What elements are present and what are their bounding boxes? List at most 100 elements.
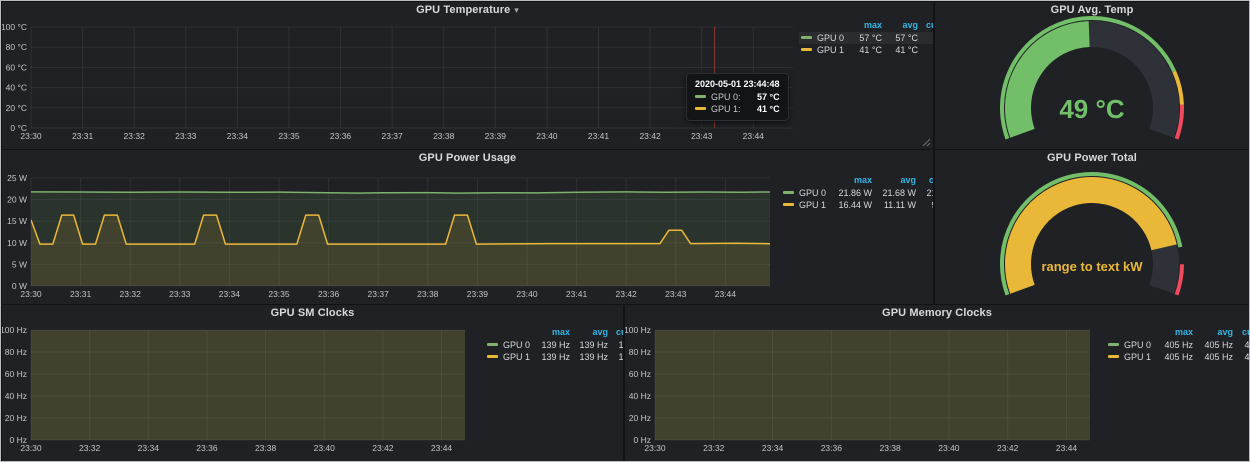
legend-value: 139 Hz	[610, 339, 623, 351]
y-axis-tick-label: 60 Hz	[5, 369, 27, 379]
y-axis-tick-label: 40 Hz	[629, 391, 651, 401]
y-axis-tick-label: 15 W	[7, 216, 27, 226]
panel-title-gpu-power-usage[interactable]: GPU Power Usage	[2, 152, 933, 164]
gpu-temperature-chart[interactable]: 0 °C20 °C40 °C60 °C80 °C100 °C23:3023:31…	[2, 2, 933, 149]
gpu-sm-clocks-legend: maxavgcurrentGPU 0139 Hz139 Hz139 HzGPU …	[485, 326, 623, 363]
x-axis-tick-label: 23:44	[743, 131, 765, 141]
series-color-dash	[487, 355, 498, 358]
legend-value: 139 Hz	[534, 351, 572, 363]
x-axis-tick-label: 23:36	[330, 131, 352, 141]
legend-header-max[interactable]: max	[848, 19, 884, 32]
y-axis-tick-label: 40 Hz	[5, 391, 27, 401]
legend-header-max[interactable]: max	[534, 326, 572, 339]
y-axis-tick-label: 20 W	[7, 195, 27, 205]
legend-series-label[interactable]: GPU 0	[485, 339, 534, 351]
x-axis-tick-label: 23:33	[175, 131, 197, 141]
y-axis-tick-label: 20 Hz	[629, 413, 651, 423]
gpu-power-total-gauge: range to text kW	[935, 150, 1249, 304]
legend-value: 16.44 W	[830, 199, 874, 211]
legend-value: 21.77 W	[918, 187, 933, 199]
legend-header-avg[interactable]: avg	[884, 19, 920, 32]
x-axis-tick-label: 23:30	[20, 443, 42, 453]
legend-header-spacer	[799, 19, 848, 32]
legend-header-spacer	[781, 174, 830, 187]
legend-header-current[interactable]: current	[920, 19, 933, 32]
legend-header-spacer	[485, 326, 534, 339]
legend-value: 57 °C	[920, 32, 933, 44]
x-axis-tick-label: 23:43	[665, 289, 687, 299]
legend-value: 11.11 W	[874, 199, 918, 211]
legend-row: GPU 1139 Hz139 Hz139 Hz	[485, 351, 623, 363]
x-axis-tick-label: 23:34	[762, 443, 784, 453]
legend-header-avg[interactable]: avg	[572, 326, 610, 339]
legend-header-max[interactable]: max	[1155, 326, 1195, 339]
x-axis-tick-label: 23:31	[72, 131, 94, 141]
panel-title-gpu-temperature[interactable]: GPU Temperature▾	[2, 4, 933, 16]
x-axis-tick-label: 23:38	[255, 443, 277, 453]
legend-header-max[interactable]: max	[830, 174, 874, 187]
legend-table: maxavgcurrentGPU 0139 Hz139 Hz139 HzGPU …	[485, 326, 623, 363]
legend-series-label[interactable]: GPU 0	[799, 32, 848, 44]
x-axis-tick-label: 23:34	[138, 443, 160, 453]
legend-value: 21.86 W	[830, 187, 874, 199]
panel-title-gpu-sm-clocks[interactable]: GPU SM Clocks	[2, 307, 623, 319]
panel-gpu-sm-clocks: GPU SM Clocks 0 Hz20 Hz40 Hz60 Hz80 Hz10…	[2, 305, 623, 461]
x-axis-tick-label: 23:40	[314, 443, 336, 453]
legend-value: 405 Hz	[1235, 339, 1249, 351]
series-color-dash	[1108, 355, 1119, 358]
legend-series-label[interactable]: GPU 0	[1106, 339, 1155, 351]
x-axis-tick-label: 23:41	[588, 131, 610, 141]
legend-value: 41 °C	[884, 44, 920, 56]
legend-series-label[interactable]: GPU 1	[781, 199, 830, 211]
legend-value: 139 Hz	[534, 339, 572, 351]
series-color-dash	[1108, 343, 1119, 346]
y-axis-tick-label: 20 Hz	[5, 413, 27, 423]
legend-series-label[interactable]: GPU 1	[799, 44, 848, 56]
gauge-arc	[1162, 247, 1166, 289]
legend-value: 41 °C	[920, 44, 933, 56]
x-axis-tick-label: 23:40	[536, 131, 558, 141]
panel-title-gpu-memory-clocks[interactable]: GPU Memory Clocks	[625, 307, 1249, 319]
legend-header-avg[interactable]: avg	[874, 174, 918, 187]
x-axis-tick-label: 23:40	[516, 289, 538, 299]
legend-row: GPU 1405 Hz405 Hz405 Hz	[1106, 351, 1249, 363]
legend-series-label[interactable]: GPU 1	[1106, 351, 1155, 363]
legend-header-current[interactable]: current	[1235, 326, 1249, 339]
panel-title-gpu-avg-temp[interactable]: GPU Avg. Temp	[935, 4, 1249, 16]
legend-series-label[interactable]: GPU 0	[781, 187, 830, 199]
y-axis-tick-label: 100 °C	[2, 22, 27, 32]
x-axis-tick-label: 23:31	[70, 289, 92, 299]
panel-title-text: GPU Temperature	[416, 4, 510, 16]
y-axis-tick-label: 5 W	[12, 259, 27, 269]
panel-resize-handle[interactable]	[922, 138, 931, 147]
legend-header-avg[interactable]: avg	[1195, 326, 1235, 339]
gpu_temperature-plot: 0 °C20 °C40 °C60 °C80 °C100 °C23:3023:31…	[2, 2, 933, 149]
grafana-dashboard: GPU Temperature▾ 0 °C20 °C40 °C60 °C80 °…	[0, 0, 1250, 462]
legend-row: GPU 057 °C57 °C57 °C	[799, 32, 933, 44]
x-axis-tick-label: 23:44	[1056, 443, 1078, 453]
gauge-value-text: 49 °C	[1059, 94, 1125, 124]
y-axis-tick-label: 60 °C	[6, 62, 27, 72]
tooltip-series-value: 57 °C	[747, 92, 780, 102]
legend-row: GPU 0405 Hz405 Hz405 Hz	[1106, 339, 1249, 351]
y-axis-tick-label: 60 Hz	[629, 369, 651, 379]
x-axis-tick-label: 23:39	[485, 131, 507, 141]
legend-value: 139 Hz	[572, 351, 610, 363]
panel-title-gpu-power-total[interactable]: GPU Power Total	[935, 152, 1249, 164]
series-fill	[31, 305, 465, 440]
chart-tooltip: 2020-05-01 23:44:48 GPU 0: 57 °C GPU 1: …	[686, 73, 789, 121]
legend-row: GPU 021.86 W21.68 W21.77 W	[781, 187, 933, 199]
y-axis-tick-label: 80 Hz	[629, 347, 651, 357]
x-axis-tick-label: 23:33	[169, 289, 191, 299]
legend-header-current[interactable]: current	[610, 326, 623, 339]
gpu-power-usage-legend: maxavgcurrentGPU 021.86 W21.68 W21.77 WG…	[781, 174, 933, 211]
series-fill	[655, 305, 1090, 440]
legend-series-label[interactable]: GPU 1	[485, 351, 534, 363]
series-color-dash	[695, 107, 706, 110]
legend-header-current[interactable]: current	[918, 174, 933, 187]
legend-value: 21.68 W	[874, 187, 918, 199]
x-axis-tick-label: 23:32	[124, 131, 146, 141]
gpu-avg-temp-gauge: 49 °C	[935, 2, 1249, 149]
x-axis-tick-label: 23:36	[196, 443, 218, 453]
x-axis-tick-label: 23:43	[691, 131, 713, 141]
